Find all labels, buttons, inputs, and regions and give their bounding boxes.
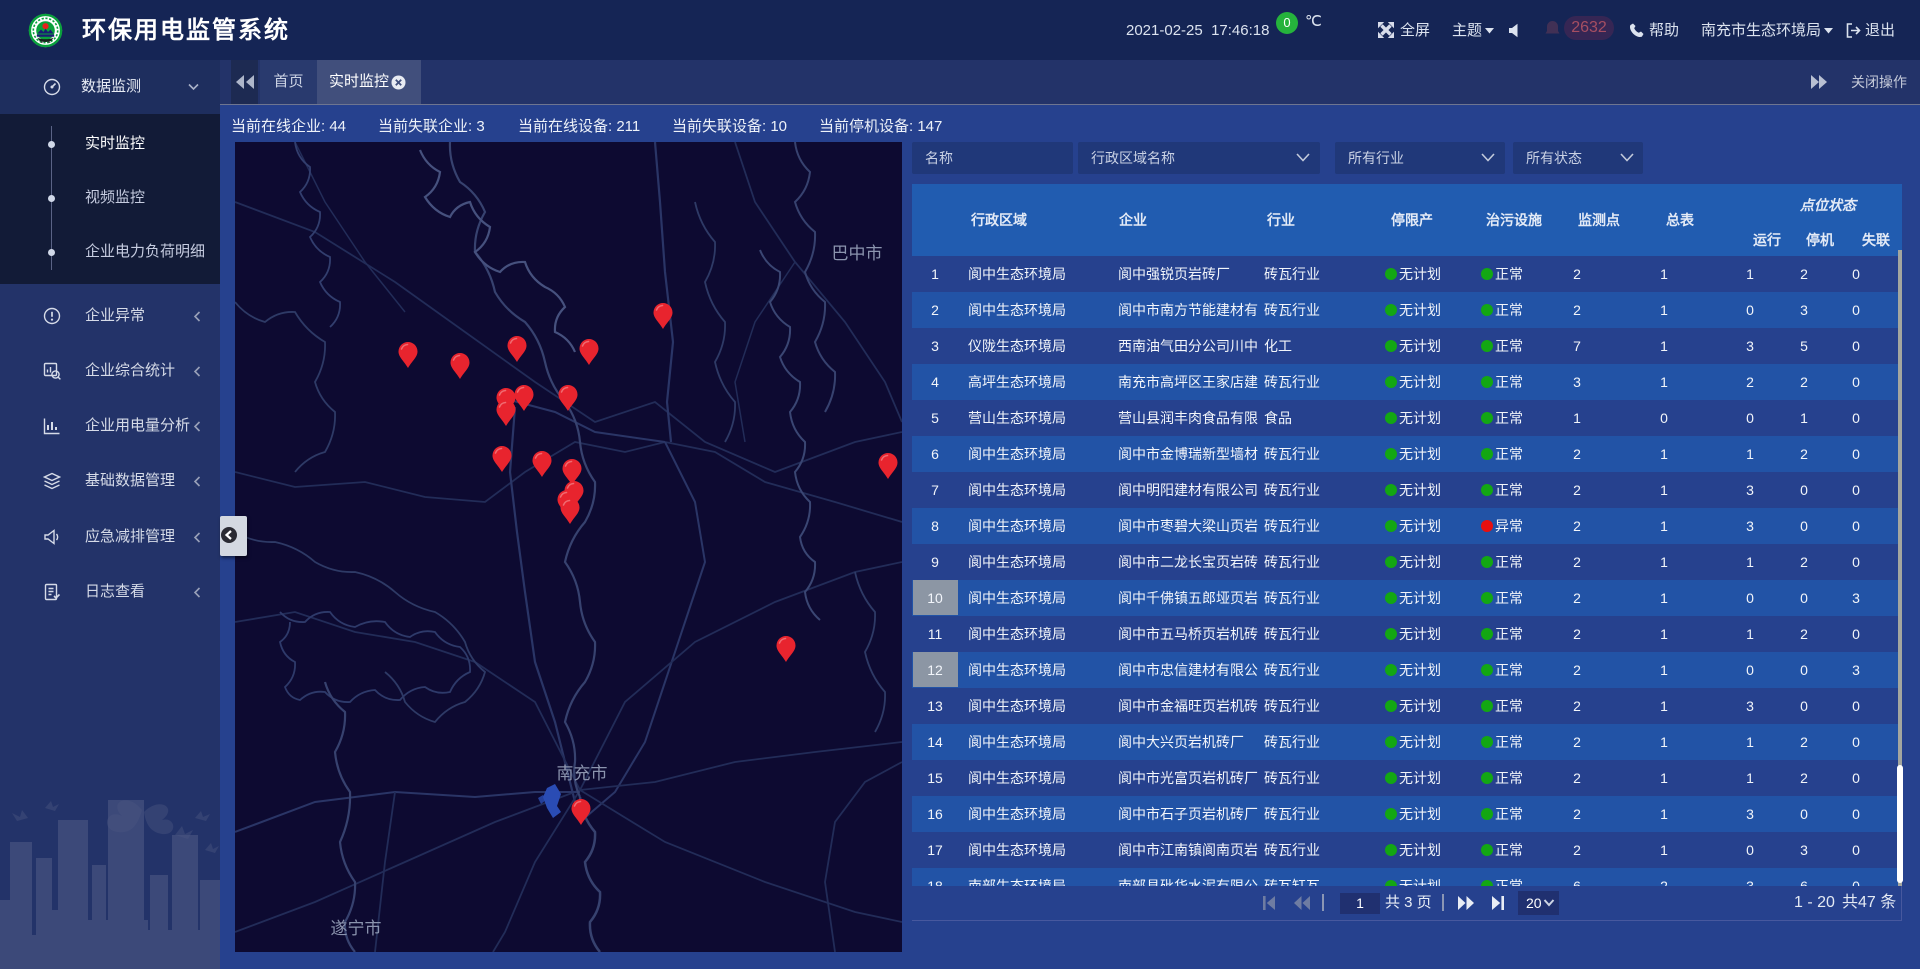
svg-text:南充市: 南充市 — [557, 764, 608, 783]
svg-text:巴中市: 巴中市 — [832, 244, 883, 263]
svg-text:遂宁市: 遂宁市 — [331, 919, 382, 938]
